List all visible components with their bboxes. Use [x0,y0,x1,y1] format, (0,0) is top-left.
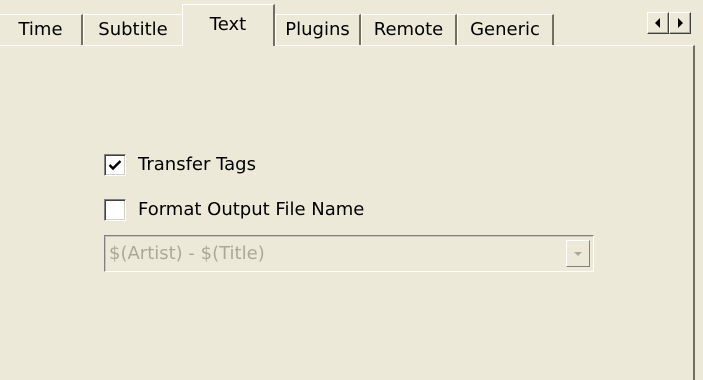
format-output-label: Format Output File Name [138,199,365,220]
tab-time[interactable]: Time [0,14,83,46]
tab-remote[interactable]: Remote [361,14,457,46]
tab-scroll-left-button[interactable] [647,12,669,34]
tab-strip: Time Subtitle Text Plugins Remote Generi… [0,0,703,50]
active-tab-joint [183,44,273,47]
tab-scroll-right-button[interactable] [669,12,691,34]
tab-subtitle[interactable]: Subtitle [83,14,184,46]
format-pattern-combobox[interactable]: $(Artist) - $(Title) [104,235,594,272]
transfer-tags-checkbox[interactable] [104,154,126,176]
tab-plugins[interactable]: Plugins [275,14,361,46]
tab-generic[interactable]: Generic [457,14,554,46]
format-pattern-value: $(Artist) - $(Title) [109,243,265,264]
format-output-checkbox[interactable] [104,199,126,221]
tab-text[interactable]: Text [182,4,275,46]
triangle-right-icon [678,18,683,28]
format-output-option[interactable]: Format Output File Name [104,199,364,221]
triangle-left-icon [655,18,660,28]
transfer-tags-label: Transfer Tags [138,154,256,175]
checkmark-icon [108,160,122,171]
format-pattern-dropdown-button[interactable] [566,240,590,267]
chevron-down-icon [574,251,582,256]
transfer-tags-option[interactable]: Transfer Tags [104,154,256,176]
